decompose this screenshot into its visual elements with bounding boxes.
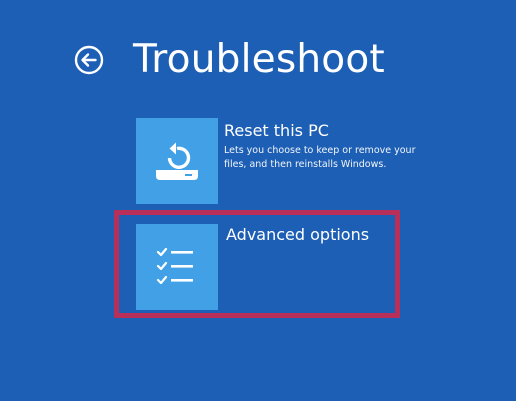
- back-arrow-icon: [74, 45, 104, 75]
- reset-pc-tile[interactable]: [136, 118, 218, 204]
- advanced-options-title: Advanced options: [226, 225, 370, 244]
- advanced-options-option[interactable]: Advanced options: [136, 224, 396, 310]
- page-title: Troubleshoot: [133, 37, 385, 82]
- advanced-options-tile[interactable]: [136, 224, 218, 310]
- reset-this-pc-title: Reset this PC: [224, 121, 329, 140]
- reset-this-pc-option[interactable]: Reset this PC Lets you choose to keep or…: [136, 118, 426, 204]
- reset-pc-icon: [156, 142, 198, 180]
- checklist-icon: [156, 247, 193, 285]
- back-button[interactable]: [74, 45, 104, 75]
- reset-this-pc-description: Lets you choose to keep or remove your f…: [224, 145, 416, 170]
- troubleshoot-screen: Troubleshoot Reset this PC Lets you choo…: [0, 0, 516, 401]
